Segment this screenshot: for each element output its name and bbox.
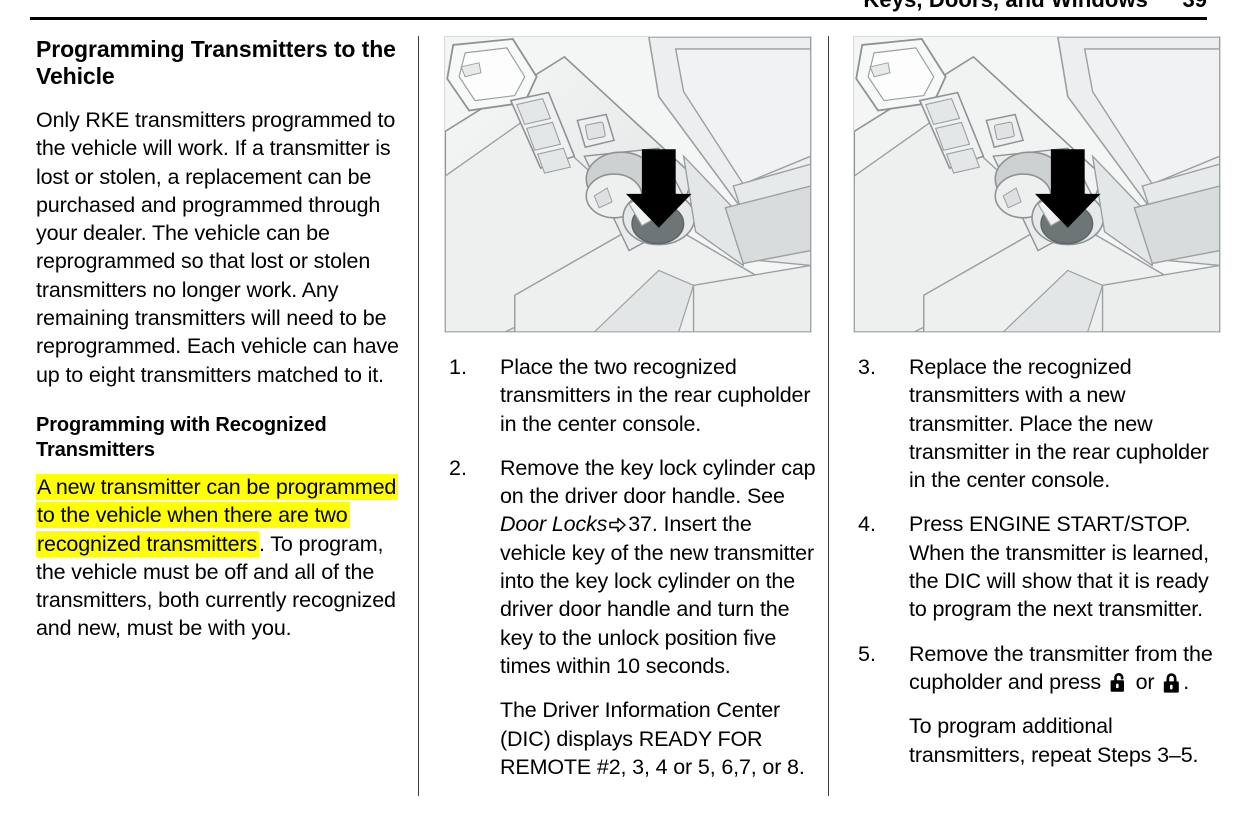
step-text-after-icons: . [1183, 669, 1190, 694]
step-number: 5. [858, 641, 876, 666]
subsection-title: Programming with Recognized Transmitters [36, 413, 327, 461]
left-column: Programming Transmitters to the Vehicle … [36, 36, 404, 655]
step-item: 2. Remove the key lock cylinder cap on t… [444, 454, 816, 680]
continuation-paragraph-middle: The Driver Information Center (DIC) disp… [500, 698, 805, 779]
step-number: 2. [449, 455, 467, 480]
step-number: 3. [858, 355, 876, 379]
console-figure-right [853, 36, 1221, 333]
step-text-before-reference: Remove the key lock cylinder cap on the … [500, 455, 816, 509]
step-item: 4. Press ENGINE START/STOP. When the tra… [853, 510, 1225, 623]
header-rule [30, 17, 1207, 20]
step-item: 3. Replace the recognized transmitters w… [853, 353, 1225, 494]
step-item: 1. Place the two recognized transmitters… [444, 353, 816, 438]
step-text: Remove the transmitter from the cupholde… [909, 640, 1225, 697]
steps-list-right: 3. Replace the recognized transmitters w… [853, 353, 1225, 696]
section-title: Programming Transmitters to the Vehicle [36, 36, 396, 89]
column-divider-1 [418, 36, 419, 796]
chapter-title: Keys, Doors, and Windows [863, 0, 1148, 13]
highlighted-paragraph: A new transmitter can be programmed to t… [36, 473, 404, 643]
step-text: Remove the key lock cylinder cap on the … [500, 454, 816, 680]
page-reference-arrow-icon [609, 517, 626, 533]
lock-icon [1161, 671, 1182, 694]
column-divider-2 [828, 36, 829, 796]
right-column: 3. Replace the recognized transmitters w… [853, 36, 1225, 785]
cross-reference-page: 37 [628, 512, 652, 537]
step-number: 4. [858, 512, 876, 537]
step-item: 5. Remove the transmitter from the cupho… [853, 640, 1225, 697]
console-figure-left [444, 36, 812, 333]
step-text: Place the two recognized transmitters in… [500, 355, 811, 436]
steps-list-middle: 1. Place the two recognized transmitters… [444, 353, 816, 680]
continuation-paragraph-right: To program additional transmitters, repe… [909, 714, 1199, 767]
running-header: Keys, Doors, and Windows 39 [0, 0, 1234, 26]
page-number: 39 [1183, 0, 1207, 13]
step-text: Replace the recognized transmitters with… [909, 355, 1209, 493]
step-text-between-icons: or [1129, 669, 1161, 694]
step-text: Press ENGINE START/STOP. When the transm… [909, 512, 1209, 622]
step-text-after-reference: . Insert the vehicle key of the new tran… [500, 512, 814, 678]
cross-reference-title: Door Locks [500, 512, 608, 537]
middle-column: 1. Place the two recognized transmitters… [444, 36, 816, 797]
step-number: 1. [449, 355, 467, 379]
unlock-icon [1108, 671, 1129, 694]
intro-paragraph: Only RKE transmitters programmed to the … [36, 108, 399, 387]
